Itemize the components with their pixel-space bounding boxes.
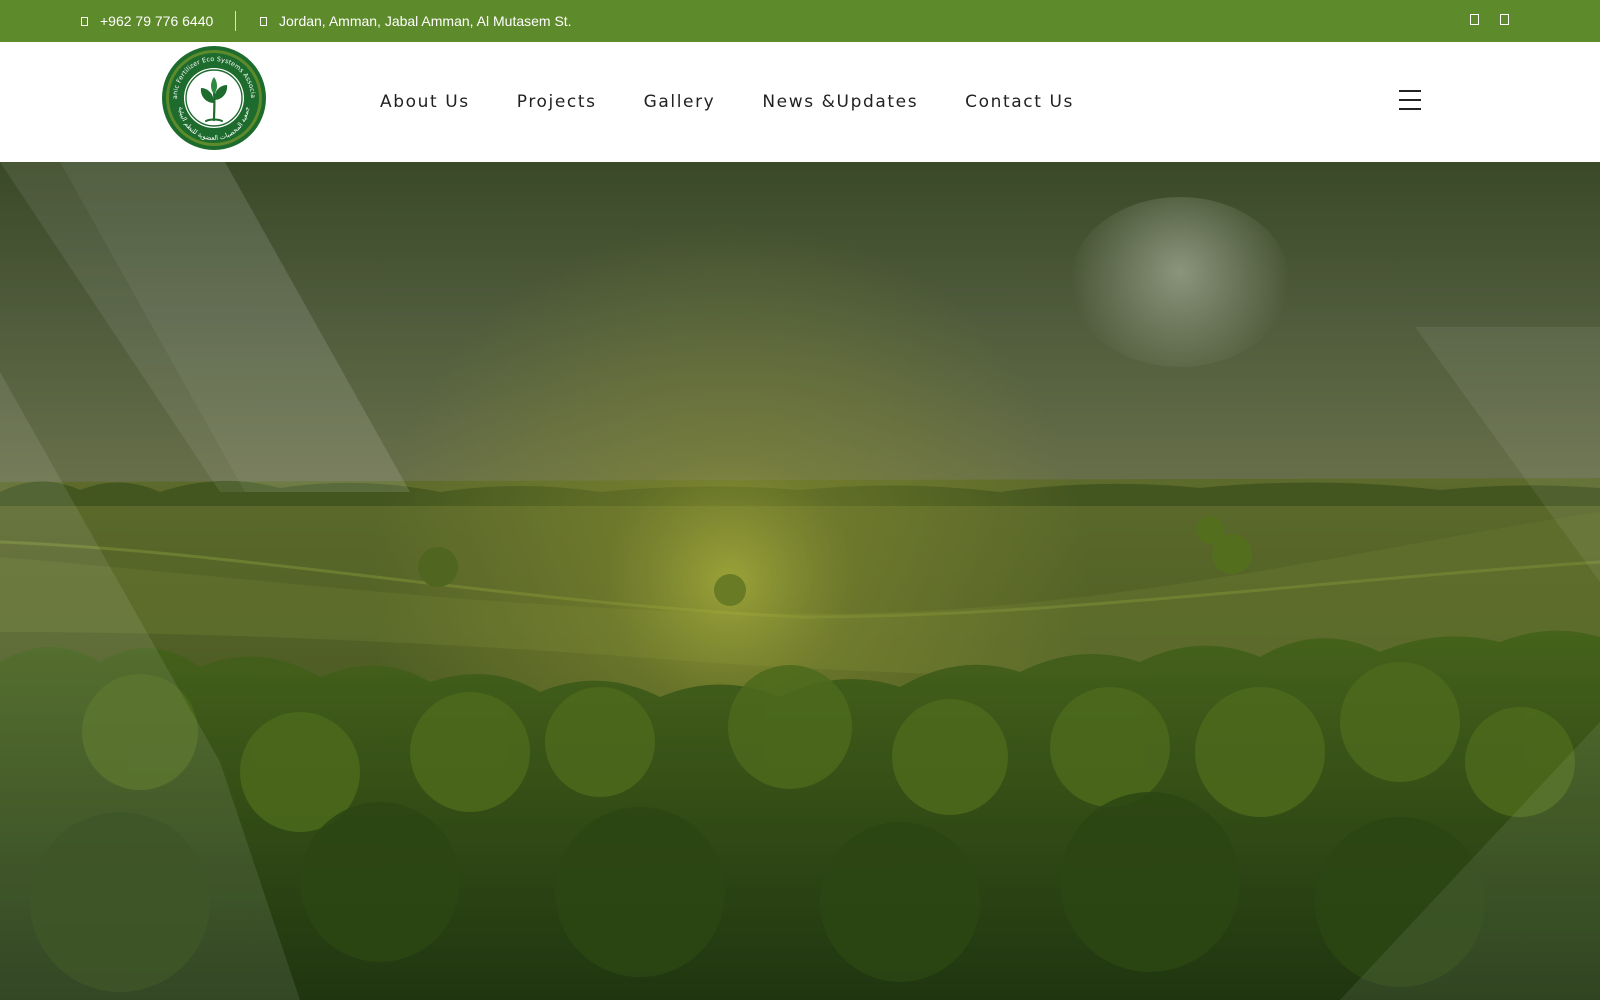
menu-line — [1399, 99, 1421, 101]
hero-banner — [0, 162, 1600, 1000]
nav-gallery[interactable]: Gallery — [644, 92, 716, 112]
association-logo[interactable]: Organic Fertilizer Eco Systems Associati… — [161, 45, 267, 151]
address-text: Jordan, Amman, Jabal Amman, Al Mutasem S… — [279, 13, 572, 29]
phone-contact[interactable]: +962 79 776 6440 — [81, 0, 213, 42]
nav-about-us[interactable]: About Us — [380, 92, 470, 112]
menu-line — [1399, 108, 1421, 110]
main-navigation: About Us Projects Gallery News &Updates … — [380, 42, 1121, 162]
hamburger-menu-icon[interactable] — [1399, 90, 1421, 112]
nav-news-updates[interactable]: News &Updates — [762, 92, 918, 112]
top-info-bar: +962 79 776 6440 Jordan, Amman, Jabal Am… — [0, 0, 1600, 42]
nav-projects[interactable]: Projects — [517, 92, 597, 112]
facebook-icon[interactable] — [1470, 14, 1479, 25]
phone-number[interactable]: +962 79 776 6440 — [100, 13, 213, 29]
phone-icon — [81, 16, 88, 26]
map-pin-icon — [260, 16, 267, 26]
hero-landscape-image — [0, 162, 1600, 1000]
site-header: Organic Fertilizer Eco Systems Associati… — [0, 42, 1600, 162]
menu-line — [1399, 90, 1421, 92]
topbar-divider — [235, 11, 236, 31]
nav-contact-us[interactable]: Contact Us — [965, 92, 1074, 112]
instagram-icon[interactable] — [1500, 14, 1509, 25]
address-contact: Jordan, Amman, Jabal Amman, Al Mutasem S… — [260, 0, 572, 42]
